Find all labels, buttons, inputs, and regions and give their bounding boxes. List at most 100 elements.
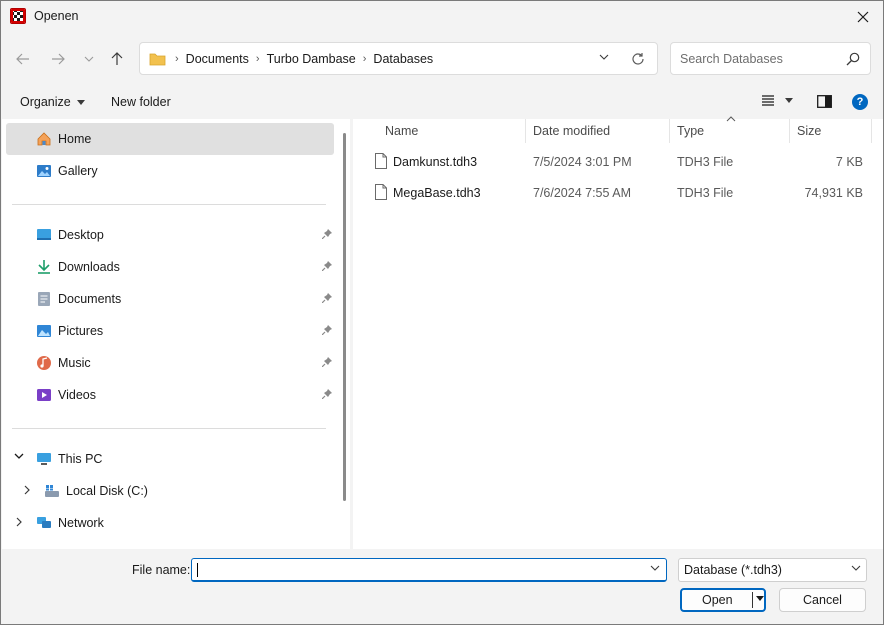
file-date: 7/5/2024 3:01 PM [533,155,632,169]
pin-icon[interactable] [322,293,332,303]
cancel-button[interactable]: Cancel [779,588,866,612]
file-type: TDH3 File [677,186,734,200]
chevron-down-icon [851,565,861,571]
file-type-select[interactable]: Database (*.tdh3) [678,558,867,582]
sidebar-item-local-disk[interactable]: Local Disk (C:) [6,475,334,507]
search-placeholder: Search Databases [680,52,783,66]
sidebar-item-pictures[interactable]: Pictures [6,315,334,347]
sidebar-item-label: Desktop [58,228,104,242]
sidebar-item-downloads[interactable]: Downloads [6,251,334,283]
new-folder-button[interactable]: New folder [111,95,171,109]
chevron-right-icon: › [175,53,179,65]
up-button[interactable] [105,47,129,71]
chevron-down-icon[interactable] [14,453,24,459]
file-size: 74,931 KB [804,186,863,200]
sidebar-item-this-pc[interactable]: This PC [6,443,334,475]
search-input[interactable]: Search Databases [670,42,871,75]
breadcrumb-item[interactable]: Turbo Dambase [263,52,360,66]
file-name: MegaBase.tdh3 [393,186,481,200]
address-history-chevron-icon[interactable] [599,54,609,60]
breadcrumb-item[interactable]: Documents [182,52,253,66]
chevron-right-icon: › [362,53,367,65]
sidebar-item-label: Downloads [58,260,120,274]
folder-icon [149,53,166,66]
help-icon[interactable]: ? [852,94,868,110]
navigation-pane: Home Gallery Desktop Downloads Documents… [2,119,350,549]
preview-pane-icon[interactable] [817,95,832,108]
column-header-name[interactable]: Name [385,119,418,143]
download-icon [38,260,50,274]
refresh-icon[interactable] [631,52,645,66]
column-header-size[interactable]: Size [797,119,821,143]
sidebar-scrollbar[interactable] [343,133,346,501]
sidebar-item-gallery[interactable]: Gallery [6,155,334,187]
column-separator[interactable] [669,119,670,143]
organize-button[interactable]: Organize [20,95,85,109]
sidebar-item-videos[interactable]: Videos [6,379,334,411]
chevron-down-icon [84,56,94,62]
column-separator[interactable] [871,119,872,143]
command-bar: Organize New folder ? [1,87,883,117]
pin-icon[interactable] [322,261,332,271]
back-button[interactable] [11,47,35,71]
organize-label: Organize [20,95,71,109]
address-bar[interactable]: › Documents › Turbo Dambase › Databases [139,42,658,75]
file-date: 7/6/2024 7:55 AM [533,186,631,200]
column-separator[interactable] [789,119,790,143]
sidebar-item-home[interactable]: Home [6,123,334,155]
cancel-label: Cancel [803,593,842,607]
sidebar-divider [12,204,326,205]
file-name-field[interactable] [191,558,667,582]
sidebar-divider [12,428,326,429]
arrow-up-icon [111,52,123,65]
close-button[interactable] [851,5,875,29]
sidebar-item-label: Gallery [58,164,98,178]
chevron-right-icon[interactable] [16,517,22,527]
file-name: Damkunst.tdh3 [393,155,478,169]
sidebar-item-label: Home [58,132,92,146]
search-icon [846,52,860,66]
sidebar-item-music[interactable]: Music [6,347,334,379]
videos-icon [37,389,51,401]
text-caret [197,563,198,577]
pin-icon[interactable] [322,357,332,367]
chevron-down-icon[interactable] [650,565,660,571]
home-icon [37,132,51,146]
sidebar-item-label: This PC [58,452,103,466]
sort-ascending-icon [726,116,736,122]
forward-button[interactable] [46,47,70,71]
arrow-right-icon [52,53,65,65]
pin-icon[interactable] [322,325,332,335]
pin-icon[interactable] [322,389,332,399]
sidebar-item-documents[interactable]: Documents [6,283,334,315]
breadcrumb-item[interactable]: Databases [369,52,437,66]
open-button[interactable]: Open [680,588,766,612]
file-row[interactable]: Damkunst.tdh3 7/5/2024 3:01 PM TDH3 File… [373,147,867,177]
documents-icon [38,292,50,306]
sidebar-item-label: Documents [58,292,122,306]
recent-locations-button[interactable] [77,47,101,71]
column-separator[interactable] [525,119,526,143]
gallery-icon [37,165,51,177]
column-header-date[interactable]: Date modified [533,119,610,143]
sidebar-item-desktop[interactable]: Desktop [6,219,334,251]
sidebar-item-label: Local Disk (C:) [66,484,148,498]
column-header-type[interactable]: Type [677,119,704,143]
music-icon [37,356,51,370]
pc-icon [37,453,51,465]
chevron-right-icon[interactable] [24,485,30,495]
pin-icon[interactable] [322,229,332,239]
caret-down-icon[interactable] [756,596,764,601]
sidebar-item-network[interactable]: Network [6,507,334,539]
open-label: Open [702,593,733,607]
view-options-button[interactable] [761,95,793,106]
file-name-input[interactable] [196,561,636,579]
sidebar-item-label: Music [58,356,91,370]
file-row[interactable]: MegaBase.tdh3 7/6/2024 7:55 AM TDH3 File… [373,178,867,208]
caret-down-icon [785,98,793,103]
file-list: Name Date modified Type Size Damkunst.td… [353,116,883,549]
caret-down-icon [76,99,85,105]
sidebar-item-label: Pictures [58,324,104,338]
arrow-left-icon [16,53,29,65]
file-size: 7 KB [835,155,863,169]
